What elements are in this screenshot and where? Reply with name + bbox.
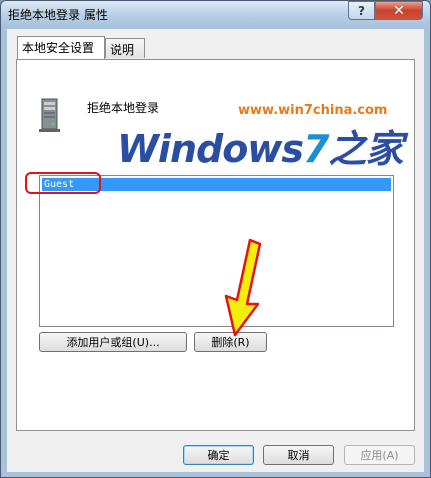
watermark-url: www.win7china.com — [238, 103, 388, 118]
apply-button[interactable]: 应用(A) — [344, 445, 415, 465]
help-button[interactable]: ? — [348, 1, 375, 20]
title-bar[interactable]: 拒绝本地登录 属性 ? ✕ — [1, 1, 430, 27]
tab-explain[interactable]: 说明 — [105, 38, 145, 58]
annotation-arrow-icon — [224, 238, 262, 337]
watermark-logo-suffix: 之家 — [328, 127, 403, 171]
cancel-button[interactable]: 取消 — [263, 445, 334, 465]
watermark-logo-seven: 7 — [303, 127, 329, 171]
add-user-or-group-button[interactable]: 添加用户或组(U)... — [39, 332, 187, 352]
properties-window: 拒绝本地登录 属性 ? ✕ 本地安全设置 说明 拒绝本地登录 www.win7c… — [0, 0, 431, 478]
window-title: 拒绝本地登录 属性 — [8, 8, 108, 22]
annotation-highlight-box — [25, 172, 101, 194]
dialog-body: 本地安全设置 说明 拒绝本地登录 www.win7china.com Windo… — [7, 29, 424, 472]
policy-name: 拒绝本地登录 — [87, 101, 160, 115]
tab-local-security-setting[interactable]: 本地安全设置 — [17, 36, 105, 59]
ok-button[interactable]: 确定 — [183, 445, 254, 465]
watermark-logo-main: Windows — [117, 127, 304, 171]
server-policy-icon — [39, 98, 60, 132]
watermark-logo: Windows7之家 — [117, 118, 404, 173]
close-button[interactable]: ✕ — [375, 1, 423, 20]
tab-panel: 拒绝本地登录 www.win7china.com Windows7之家 Gues… — [16, 59, 415, 431]
